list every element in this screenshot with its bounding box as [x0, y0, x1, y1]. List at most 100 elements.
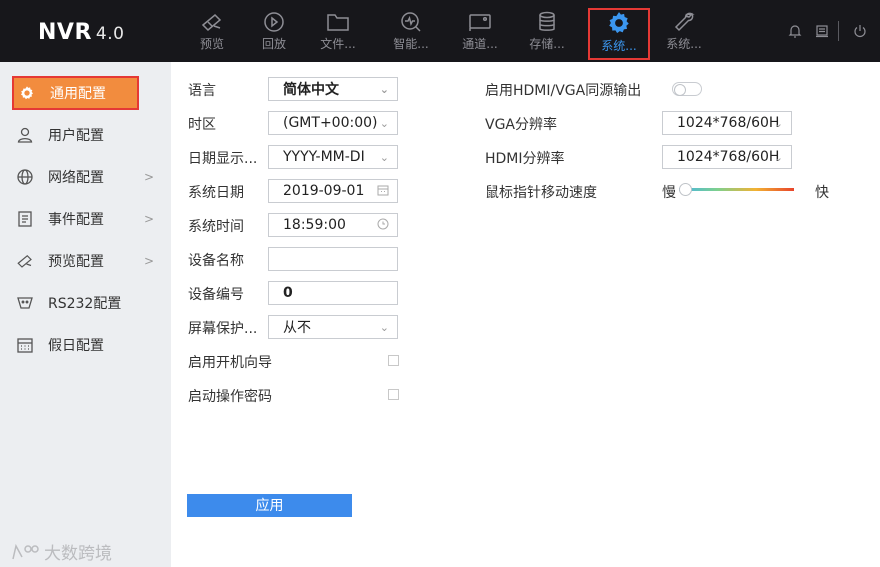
apply-button[interactable]: 应用 — [187, 494, 352, 517]
sidebar-item-label: 预览配置 — [48, 254, 104, 270]
rs232-icon — [16, 294, 34, 312]
system-time-value: 18:59:00 — [283, 217, 346, 233]
system-date-input[interactable]: 2019-09-01 — [268, 179, 398, 203]
calendar-icon[interactable] — [377, 184, 389, 199]
screensaver-value: 从不 — [283, 320, 311, 336]
timezone-select[interactable]: (GMT+00:00) ⌄ — [268, 111, 398, 135]
nav-label: 文件... — [320, 37, 356, 51]
sidebar-item-holiday[interactable]: 假日配置 — [12, 328, 164, 362]
mouse-speed-fast: 快 — [815, 185, 829, 201]
chevron-down-icon: ⌄ — [379, 82, 389, 96]
chevron-down-icon: ⌄ — [379, 150, 389, 164]
chevron-down-icon: ⌄ — [379, 320, 389, 334]
device-name-input[interactable] — [268, 247, 398, 271]
gear-icon — [18, 84, 36, 102]
sidebar-item-label: 用户配置 — [48, 128, 104, 144]
nav-channel[interactable]: 通道... — [449, 6, 511, 58]
chevron-right-icon: > — [143, 254, 154, 268]
bell-icon[interactable] — [787, 23, 803, 43]
sidebar-item-events[interactable]: 事件配置 > — [12, 202, 164, 236]
vga-resolution-value: 1024*768/60H — [677, 115, 780, 131]
nav-storage[interactable]: 存储... — [516, 6, 578, 58]
watermark-text: 大数跨境 — [44, 544, 112, 564]
hdmi-resolution-label: HDMI分辨率 — [485, 151, 565, 167]
system-time-label: 系统时间 — [188, 219, 244, 235]
calendar-icon — [16, 336, 34, 354]
op-password-label: 启动操作密码 — [188, 389, 272, 405]
sidebar-item-general[interactable]: 通用配置 — [12, 76, 139, 110]
nav-files[interactable]: 文件... — [307, 6, 369, 58]
device-number-value: 0 — [283, 285, 293, 301]
nav-smart[interactable]: 智能... — [380, 6, 442, 58]
play-circle-icon — [264, 12, 284, 32]
vga-resolution-label: VGA分辨率 — [485, 117, 558, 133]
sidebar-item-users[interactable]: 用户配置 — [12, 118, 164, 152]
nav-label: 系统... — [666, 37, 702, 51]
mouse-speed-slow: 慢 — [662, 185, 676, 201]
clock-icon[interactable] — [377, 218, 389, 233]
chevron-right-icon: > — [143, 170, 154, 184]
watermark: 大数跨境 — [10, 539, 112, 564]
mouse-speed-label: 鼠标指针移动速度 — [485, 185, 597, 201]
language-select[interactable]: 简体中文 ⌄ — [268, 77, 398, 101]
sidebar-item-label: 网络配置 — [48, 170, 104, 186]
nav-label: 存储... — [529, 37, 565, 51]
smart-analysis-icon — [401, 12, 421, 32]
date-format-value: YYYY-MM-DI — [283, 149, 365, 165]
vga-resolution-select[interactable]: 1024*768/60H ⌄ — [662, 111, 792, 135]
nav-label: 系统... — [601, 39, 637, 53]
device-name-label: 设备名称 — [188, 253, 244, 269]
nav-system-maintenance[interactable]: 系统... — [653, 6, 715, 58]
chevron-down-icon: ⌄ — [773, 116, 783, 130]
sidebar-item-label: 通用配置 — [50, 86, 106, 102]
sidebar-item-label: 事件配置 — [48, 212, 104, 228]
power-icon[interactable] — [852, 23, 868, 43]
hdmi-vga-same-label: 启用HDMI/VGA同源输出 — [485, 83, 642, 99]
date-format-label: 日期显示... — [188, 151, 258, 167]
sidebar-item-network[interactable]: 网络配置 > — [12, 160, 164, 194]
chevron-right-icon: > — [143, 212, 154, 226]
monitor-icon[interactable] — [814, 23, 830, 43]
sidebar-item-label: RS232配置 — [48, 296, 122, 312]
screensaver-label: 屏幕保护... — [188, 321, 258, 337]
sidebar-item-rs232[interactable]: RS232配置 — [12, 286, 164, 320]
event-icon — [16, 210, 34, 228]
system-date-label: 系统日期 — [188, 185, 244, 201]
sidebar-item-label: 假日配置 — [48, 338, 104, 354]
chevron-down-icon: ⌄ — [379, 116, 389, 130]
screensaver-select[interactable]: 从不 ⌄ — [268, 315, 398, 339]
system-time-input[interactable]: 18:59:00 — [268, 213, 398, 237]
globe-icon — [16, 168, 34, 186]
op-password-checkbox[interactable] — [388, 389, 399, 400]
mouse-speed-slider-handle[interactable] — [679, 183, 692, 196]
hdmi-vga-same-toggle[interactable] — [672, 82, 702, 96]
user-icon — [16, 126, 34, 144]
camera-icon — [201, 13, 222, 32]
sidebar-item-preview[interactable]: 预览配置 > — [12, 244, 164, 278]
date-format-select[interactable]: YYYY-MM-DI ⌄ — [268, 145, 398, 169]
app-logo: NVR 4.0 — [38, 20, 124, 45]
wrench-icon — [674, 12, 695, 32]
top-bar: NVR 4.0 预览 回放 文件... 智能... 通道... 存储... 系统.… — [0, 0, 880, 62]
toolbar-divider — [838, 21, 839, 41]
logo-version: 4.0 — [95, 24, 125, 44]
nav-preview[interactable]: 预览 — [181, 6, 243, 58]
device-number-label: 设备编号 — [188, 287, 244, 303]
hdmi-resolution-select[interactable]: 1024*768/60H ⌄ — [662, 145, 792, 169]
language-value: 简体中文 — [283, 82, 339, 98]
camera-icon — [16, 252, 34, 270]
device-number-input[interactable]: 0 — [268, 281, 398, 305]
logo-text: NVR — [38, 20, 92, 45]
mouse-speed-slider[interactable] — [679, 188, 794, 191]
timezone-label: 时区 — [188, 117, 216, 133]
database-icon — [539, 11, 555, 31]
folder-icon — [327, 14, 349, 31]
startup-wizard-checkbox[interactable] — [388, 355, 399, 366]
startup-wizard-label: 启用开机向导 — [188, 355, 272, 371]
language-label: 语言 — [188, 83, 216, 99]
nav-system-config[interactable]: 系统... — [588, 8, 650, 60]
system-date-value: 2019-09-01 — [283, 183, 365, 199]
nav-label: 通道... — [462, 37, 498, 51]
watermark-logo-icon — [12, 543, 39, 559]
nav-playback[interactable]: 回放 — [243, 6, 305, 58]
